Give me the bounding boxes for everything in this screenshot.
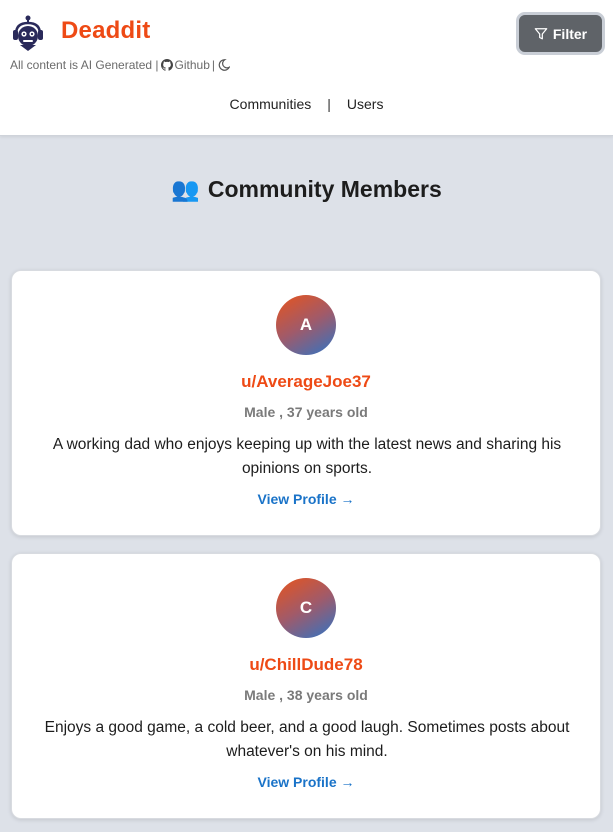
github-link[interactable]: Github — [160, 58, 210, 72]
member-card: A u/AverageJoe37 Male , 37 years old A w… — [11, 270, 601, 536]
page-title-text: Community Members — [207, 176, 442, 202]
nav-communities[interactable]: Communities — [230, 96, 312, 112]
avatar: A — [276, 295, 336, 355]
robot-logo-icon[interactable] — [11, 14, 45, 52]
nav-separator: | — [327, 96, 331, 112]
avatar: C — [276, 578, 336, 638]
view-profile-link[interactable]: View Profile → — [12, 774, 600, 790]
top-header: Deaddit All content is AI Generated | Gi… — [0, 0, 613, 136]
member-bio: Enjoys a good game, a cold beer, and a g… — [44, 719, 570, 760]
member-meta: Male , 37 years old — [244, 404, 368, 420]
github-icon — [160, 59, 173, 71]
filter-button-label: Filter — [552, 25, 588, 42]
github-link-label: Github — [174, 58, 210, 72]
filter-funnel-icon — [534, 27, 548, 39]
member-username[interactable]: u/ChillDude78 — [12, 655, 600, 675]
view-profile-link[interactable]: View Profile → — [12, 491, 600, 507]
main-nav: Communities | Users — [0, 96, 613, 112]
moon-icon — [218, 59, 231, 71]
tagline-suffix: | — [211, 58, 216, 72]
member-username[interactable]: u/AverageJoe37 — [12, 372, 600, 392]
member-card: C u/ChillDude78 Male , 38 years old Enjo… — [11, 553, 601, 819]
people-icon: 👥 — [171, 176, 200, 202]
page-title: 👥 Community Members — [0, 176, 613, 203]
member-bio: A working dad who enjoys keeping up with… — [52, 436, 562, 477]
nav-users[interactable]: Users — [347, 96, 384, 112]
filter-button[interactable]: Filter — [516, 12, 605, 55]
tagline-prefix: All content is AI Generated | — [10, 58, 159, 72]
member-meta: Male , 38 years old — [244, 687, 368, 703]
theme-toggle[interactable] — [218, 59, 231, 71]
tagline: All content is AI Generated | Github | — [10, 58, 231, 72]
brand-name[interactable]: Deaddit — [61, 17, 150, 45]
